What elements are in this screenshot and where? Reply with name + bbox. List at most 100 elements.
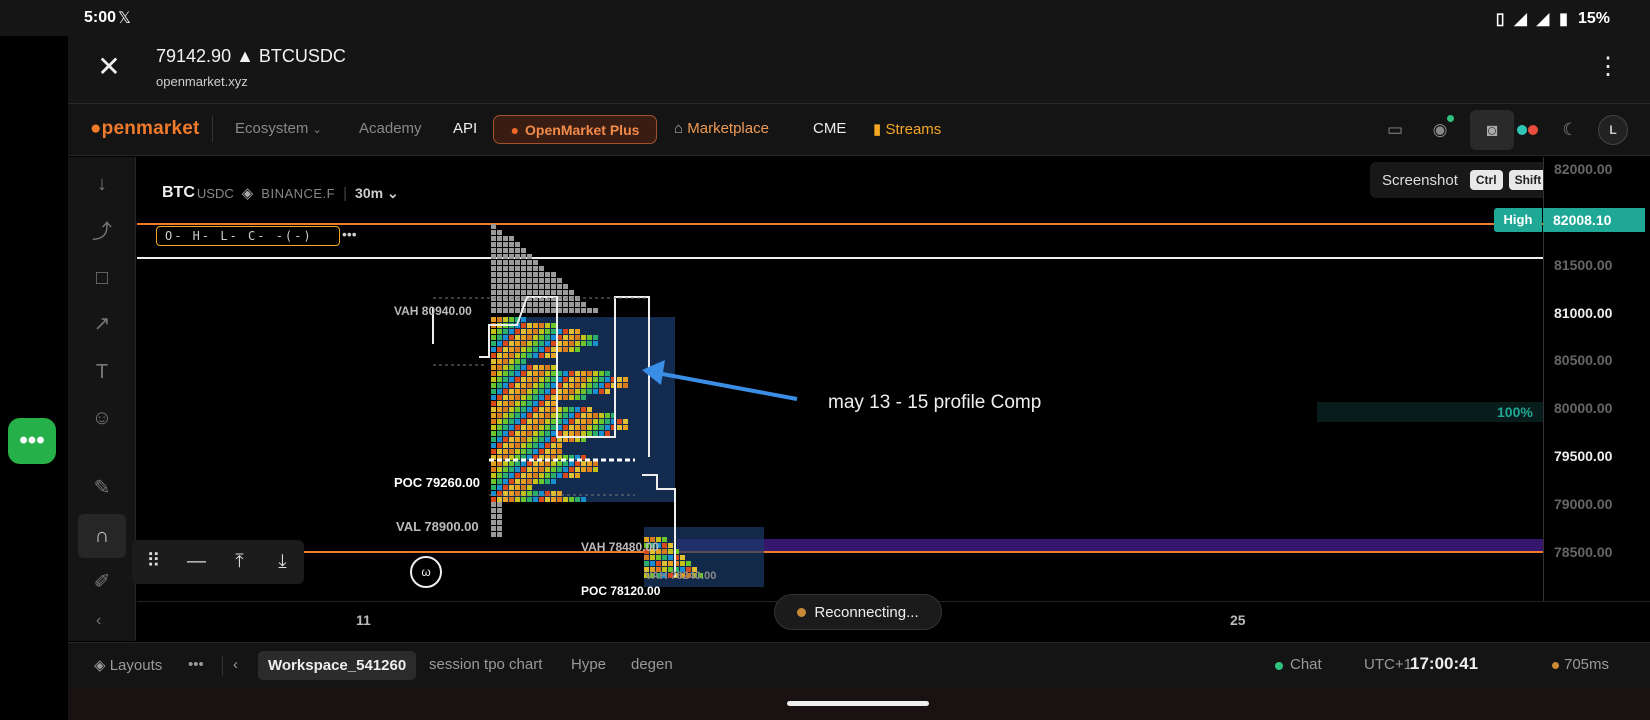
- tpo-cell: [545, 479, 550, 484]
- theme-dots-icon[interactable]: [1516, 124, 1540, 136]
- openmarket-plus-button[interactable]: ● OpenMarket Plus: [493, 115, 657, 144]
- curve-tool-icon[interactable]: ⤴: [86, 216, 118, 248]
- tpo-cell: [575, 347, 580, 352]
- chat-bubble-icon[interactable]: ▭: [1380, 116, 1410, 144]
- tpo-cell: [527, 443, 532, 448]
- vah-label-3: VAH 78240.00: [645, 570, 717, 582]
- tpo-cell: [551, 329, 556, 334]
- tpo-cell: [515, 461, 520, 466]
- tpo-cell: [575, 431, 580, 436]
- moon-icon[interactable]: ☾: [1555, 116, 1585, 144]
- collapse-sidebar-icon[interactable]: ‹: [96, 612, 101, 630]
- tpo-cell: [599, 371, 604, 376]
- nav-ecosystem[interactable]: Ecosystem ⌄: [235, 120, 322, 137]
- tpo-cell: [581, 371, 586, 376]
- nav-academy[interactable]: Academy: [359, 120, 422, 137]
- tpo-grey-cell: [497, 290, 502, 295]
- tpo-cell: [509, 425, 514, 430]
- emoji-tool-icon[interactable]: ☺: [86, 402, 118, 434]
- rectangle-tool-icon[interactable]: □: [86, 262, 118, 294]
- page-title: 79142.90 ▲ BTCUSDC: [156, 46, 346, 66]
- more-icon[interactable]: •••: [188, 656, 204, 673]
- timezone-label[interactable]: UTC+1: [1364, 656, 1412, 673]
- tpo-cell: [581, 467, 586, 472]
- tpo-cell: [569, 341, 574, 346]
- tpo-grey-cell: [497, 266, 502, 271]
- openmarket-logo[interactable]: ●penmarket: [90, 118, 200, 140]
- nav-api[interactable]: API: [453, 120, 477, 137]
- workspace-tab[interactable]: degen: [631, 656, 673, 673]
- tpo-grey-cell: [533, 266, 538, 271]
- tpo-cell: [503, 377, 508, 382]
- tpo-cell: [491, 371, 496, 376]
- tpo-cell: [509, 353, 514, 358]
- time-label: 11: [356, 612, 371, 628]
- tpo-cell: [581, 431, 586, 436]
- tpo-cell: [563, 329, 568, 334]
- tpo-cell: [545, 377, 550, 382]
- arrow-tool-icon[interactable]: ↗: [86, 308, 118, 340]
- tpo-cell: [515, 419, 520, 424]
- timeframe-selector[interactable]: 30m ⌄: [355, 185, 399, 202]
- tpo-cell: [563, 335, 568, 340]
- tpo-cell: [593, 467, 598, 472]
- tpo-cell: [551, 389, 556, 394]
- tpo-cell: [497, 347, 502, 352]
- tpo-cell: [545, 419, 550, 424]
- tpo-cell: [599, 431, 604, 436]
- tpo-grey-cell: [545, 272, 550, 277]
- close-tab-button[interactable]: ✕: [94, 52, 124, 82]
- tpo-cell: [509, 365, 514, 370]
- tpo-grey-cell: [539, 308, 544, 313]
- vah-label-1: VAH 80940.00: [394, 304, 472, 318]
- symbol-sep: |: [343, 184, 348, 202]
- chat-button[interactable]: Chat: [1290, 656, 1322, 673]
- avatar[interactable]: L: [1598, 115, 1628, 145]
- drag-handle-icon[interactable]: ⠿: [132, 540, 175, 584]
- tpo-cell-2: [668, 543, 673, 548]
- workspace-tab[interactable]: Hype: [571, 656, 606, 673]
- cat-logo-icon[interactable]: ω: [410, 556, 442, 588]
- pencil-icon[interactable]: ✐: [86, 566, 118, 598]
- ohlc-more-icon[interactable]: •••: [342, 226, 357, 242]
- poc-label-1: POC 79260.00: [394, 475, 481, 490]
- high-badge: High: [1494, 208, 1542, 232]
- symbol-header[interactable]: BTC USDC ◈ BINANCE.F | 30m ⌄: [162, 184, 399, 202]
- workspace-back-icon[interactable]: ‹: [233, 656, 238, 673]
- tpo-cell: [509, 479, 514, 484]
- nav-cme[interactable]: CME: [813, 120, 846, 137]
- nav-streams[interactable]: ▮ Streams: [873, 120, 941, 138]
- overflow-menu-icon[interactable]: ⋮: [1596, 52, 1620, 82]
- shop-icon: ⌂: [674, 120, 684, 137]
- page-url: openmarket.xyz: [156, 74, 248, 89]
- tpo-cell: [497, 353, 502, 358]
- tpo-cell: [503, 359, 508, 364]
- ruler-tool-icon[interactable]: ✎: [86, 472, 118, 504]
- camera-icon[interactable]: ◙: [1470, 110, 1514, 150]
- tpo-cell: [527, 377, 532, 382]
- arrow-down-icon[interactable]: ↓: [86, 168, 118, 200]
- nav-marketplace[interactable]: ⌂ Marketplace: [674, 120, 769, 137]
- tpo-cell: [545, 467, 550, 472]
- tpo-cell: [521, 479, 526, 484]
- floating-chat-bubble-icon[interactable]: •••: [8, 418, 56, 464]
- tpo-cell: [533, 413, 538, 418]
- gesture-handle[interactable]: [787, 701, 929, 706]
- layouts-button[interactable]: ◈ Layouts: [94, 656, 162, 674]
- workspace-tab[interactable]: session tpo chart: [429, 656, 542, 673]
- text-tool-icon[interactable]: T: [86, 356, 118, 388]
- tpo-cell-2: [662, 555, 667, 560]
- tpo-cell: [545, 437, 550, 442]
- move-down-icon[interactable]: ⤓: [261, 540, 304, 584]
- tpo-grey-cell: [587, 308, 592, 313]
- minus-icon[interactable]: —: [175, 540, 218, 584]
- move-up-icon[interactable]: ⤒: [218, 540, 261, 584]
- tpo-cell: [545, 413, 550, 418]
- tpo-cell: [503, 437, 508, 442]
- tpo-grey-cell: [515, 242, 520, 247]
- annotation-text[interactable]: may 13 - 15 profile Comp: [828, 392, 1041, 414]
- tpo-cell: [605, 419, 610, 424]
- tpo-cell: [509, 485, 514, 490]
- workspace-tab-active[interactable]: Workspace_541260: [258, 651, 417, 680]
- tpo-cell: [545, 431, 550, 436]
